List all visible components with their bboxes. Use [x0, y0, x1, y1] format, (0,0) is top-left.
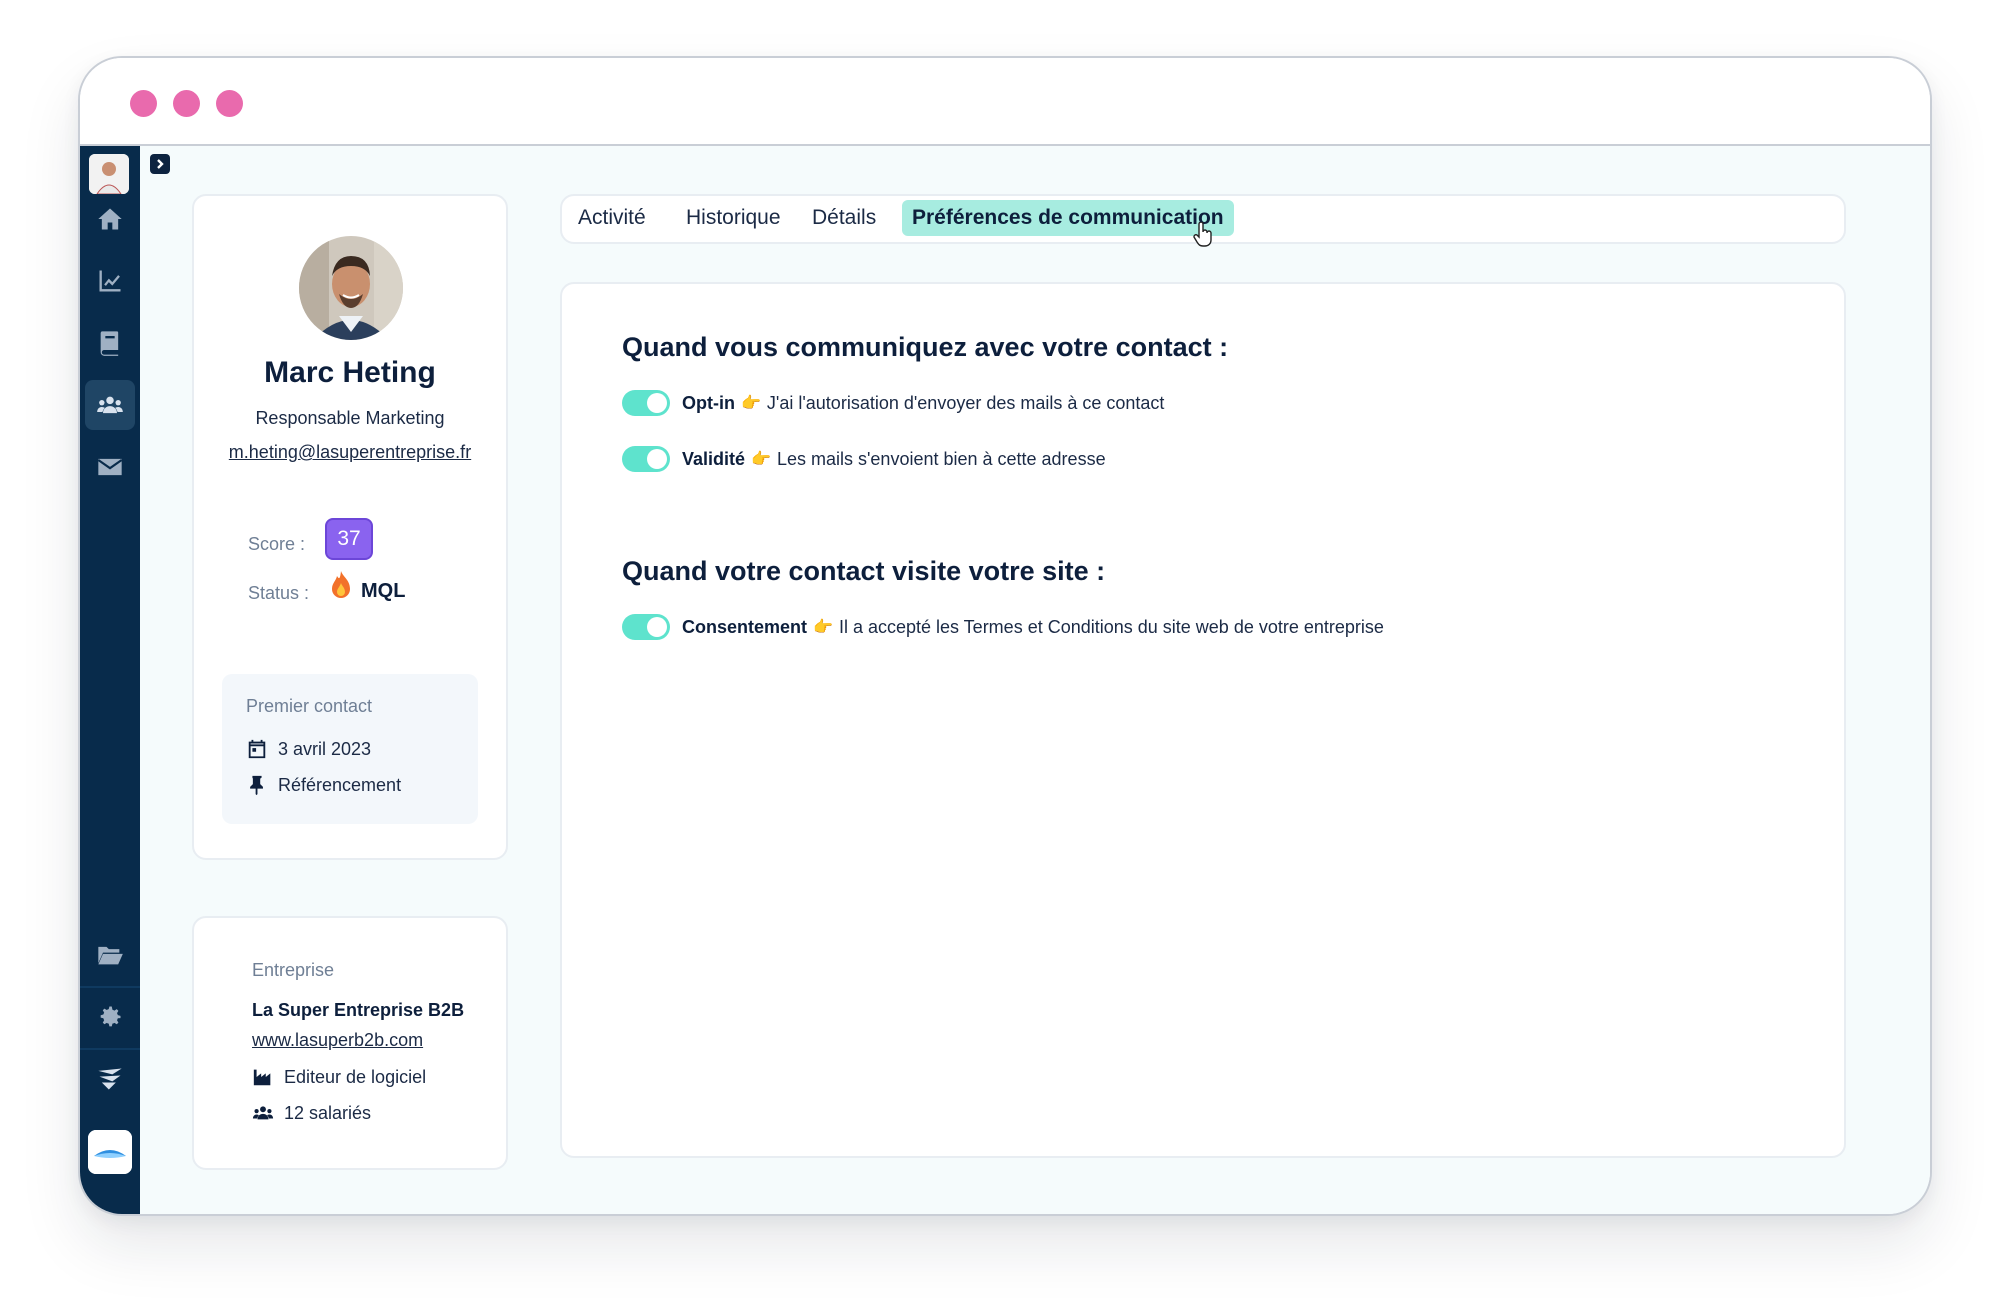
window-maximize-dot[interactable]: [216, 90, 243, 117]
home-icon: [98, 208, 122, 230]
company-name: La Super Entreprise B2B: [252, 1000, 465, 1020]
status-label: Status :: [248, 583, 310, 603]
company-industry-row: Editeur de logiciel: [252, 1066, 426, 1088]
chevron-right-icon: [157, 159, 164, 169]
users-icon: [97, 396, 123, 414]
sidebar-item-library[interactable]: [85, 318, 135, 368]
status-value: MQL: [361, 580, 406, 602]
first-contact-date-row: 3 avril 2023: [246, 738, 371, 760]
contact-name: Marc Heting: [264, 356, 436, 389]
company-employees: 12 salariés: [284, 1102, 372, 1123]
contact-profile-card: Marc Heting Responsable Marketing m.heti…: [192, 194, 508, 860]
tab-details[interactable]: Détails: [802, 200, 886, 236]
fire-icon: [332, 571, 350, 598]
pref-description: J'ai l'autorisation d'envoyer des mails …: [766, 392, 1165, 413]
chart-icon: [99, 270, 121, 292]
pin-icon: [250, 775, 263, 796]
window-minimize-dot[interactable]: [173, 90, 200, 117]
sidebar: [80, 146, 140, 1214]
folder-icon: [98, 946, 123, 965]
first-contact-title: Premier contact: [246, 696, 373, 716]
hand-cursor-icon: [1193, 222, 1212, 247]
consentement-toggle[interactable]: [622, 614, 670, 640]
sidebar-item-home[interactable]: [85, 194, 135, 244]
sidebar-divider: [80, 1048, 140, 1050]
first-contact-source-row: Référencement: [246, 774, 401, 796]
book-icon: [100, 331, 119, 356]
pref-row-validite: Validité 👉 Les mails s'envoient bien à c…: [622, 446, 1106, 472]
users-icon: [252, 1106, 274, 1120]
pref-row-optin: Opt-in 👉 J'ai l'autorisation d'envoyer d…: [622, 390, 1164, 416]
mail-icon: [97, 458, 123, 476]
pointing-hand-icon: 👉: [740, 395, 761, 412]
score-label: Score :: [248, 534, 306, 554]
contact-email-link[interactable]: m.heting@lasuperentreprise.fr: [194, 442, 506, 463]
score-badge: 37: [325, 518, 373, 560]
calendar-icon: [248, 739, 266, 759]
pointing-hand-icon: 👉: [751, 451, 771, 468]
company-title: Entreprise: [252, 960, 335, 980]
company-employees-row: 12 salariés: [252, 1102, 371, 1124]
company-card: Entreprise La Super Entreprise B2B www.l…: [192, 916, 508, 1170]
first-contact-date: 3 avril 2023: [278, 738, 372, 759]
sidebar-item-contacts[interactable]: [85, 380, 135, 430]
app-window: Marc Heting Responsable Marketing m.heti…: [78, 56, 1932, 1216]
pref-description: Il a accepté les Termes et Conditions du…: [838, 616, 1384, 637]
tab-preferences-communication[interactable]: Préférences de communication: [902, 200, 1234, 236]
sidebar-item-mail[interactable]: [85, 442, 135, 492]
company-industry: Editeur de logiciel: [284, 1066, 427, 1087]
pref-label: Validité: [682, 448, 746, 469]
first-contact-source: Référencement: [278, 774, 402, 795]
sidebar-item-analytics[interactable]: [85, 256, 135, 306]
factory-icon: [253, 1069, 271, 1086]
sidebar-divider: [80, 986, 140, 988]
window-titlebar: [80, 58, 1930, 146]
sidebar-item-files[interactable]: [85, 930, 135, 980]
sidebar-item-settings[interactable]: [85, 992, 135, 1042]
sidebar-expand-button[interactable]: [150, 154, 170, 174]
section-title-site-visit: Quand votre contact visite votre site :: [622, 556, 1106, 586]
tab-bar: Activité Historique Détails Préférences …: [560, 194, 1846, 247]
pref-description: Les mails s'envoient bien à cette adress…: [776, 448, 1106, 469]
company-website-link[interactable]: www.lasuperb2b.com: [252, 1030, 423, 1051]
app-logo[interactable]: [88, 1130, 132, 1174]
pref-label: Opt-in: [682, 392, 735, 413]
pref-row-consentement: Consentement 👉 Il a accepté les Termes e…: [622, 614, 1384, 640]
contact-role: Responsable Marketing: [255, 408, 445, 428]
window-close-dot[interactable]: [130, 90, 157, 117]
tab-activite[interactable]: Activité: [568, 200, 656, 236]
contact-avatar: [299, 236, 403, 340]
brand-logo-icon: [98, 1068, 122, 1090]
first-contact-panel: Premier contact 3 avril 2023 Référenceme…: [222, 674, 478, 824]
sidebar-user-avatar[interactable]: [89, 154, 129, 194]
pref-label: Consentement: [682, 616, 808, 637]
gear-icon: [100, 1006, 121, 1027]
section-title-communication: Quand vous communiquez avec votre contac…: [622, 332, 1229, 362]
sidebar-item-brand[interactable]: [85, 1054, 135, 1104]
validite-toggle[interactable]: [622, 446, 670, 472]
tab-historique[interactable]: Historique: [676, 200, 791, 236]
main-content: Marc Heting Responsable Marketing m.heti…: [140, 146, 1930, 1214]
optin-toggle[interactable]: [622, 390, 670, 416]
pointing-hand-icon: 👉: [813, 619, 833, 636]
communication-preferences-panel: Quand vous communiquez avec votre contac…: [560, 282, 1846, 1158]
